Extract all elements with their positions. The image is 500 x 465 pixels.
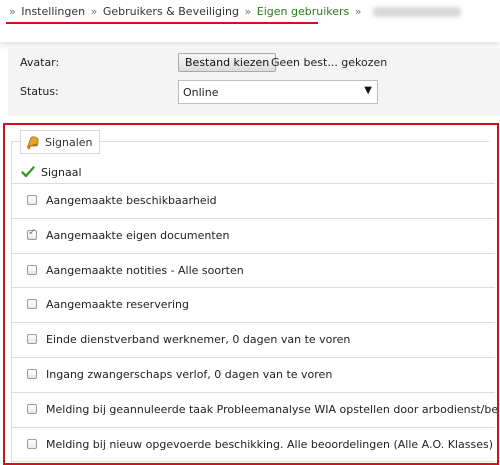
signal-checkbox[interactable] bbox=[27, 195, 37, 205]
list-item[interactable]: Melding bij geannuleerde taak Probleeman… bbox=[11, 393, 497, 428]
list-item[interactable]: Melding bij nieuw opgevoerde beschikking… bbox=[11, 428, 495, 463]
signal-checkbox[interactable] bbox=[27, 227, 37, 240]
user-form: Avatar: Bestand kiezen Geen best... geko… bbox=[8, 48, 500, 116]
status-select[interactable]: Online ▼ bbox=[178, 80, 378, 104]
signal-checkbox[interactable] bbox=[27, 334, 37, 345]
breadcrumb-separator: » bbox=[9, 5, 16, 18]
redacted-user-name bbox=[373, 7, 461, 17]
bell-icon bbox=[26, 136, 39, 150]
signal-label: Aangemaakte eigen documenten bbox=[46, 228, 230, 242]
green-check-icon bbox=[21, 166, 35, 178]
breadcrumb-separator: » bbox=[354, 5, 362, 18]
list-item[interactable]: Aangemaakte eigen documenten bbox=[11, 219, 495, 254]
signals-legend-text: Signalen bbox=[45, 135, 93, 149]
breadcrumb-eigen-gebruikers[interactable]: Eigen gebruikers bbox=[257, 5, 350, 18]
signal-label: Melding bij nieuw opgevoerde beschikking… bbox=[46, 437, 493, 451]
status-select-value: Online bbox=[183, 86, 219, 99]
signal-label: Aangemaakte reservering bbox=[46, 298, 190, 312]
list-item[interactable]: Aangemaakte reservering bbox=[11, 288, 495, 324]
signal-checkbox[interactable] bbox=[27, 438, 37, 449]
choose-file-button[interactable]: Bestand kiezen bbox=[178, 53, 277, 72]
signals-legend: Signalen bbox=[20, 130, 100, 154]
status-label: Status: bbox=[20, 85, 59, 98]
avatar-label: Avatar: bbox=[20, 56, 60, 69]
list-item[interactable]: Aangemaakte beschikbaarheid bbox=[11, 184, 495, 219]
signals-section: Signalen Signaal Aangemaakte beschikbaar… bbox=[3, 123, 499, 465]
signal-checkbox[interactable] bbox=[27, 299, 37, 310]
file-status-text: Geen best... gekozen bbox=[271, 56, 388, 69]
list-item[interactable]: Aangemaakte notities - Alle soorten bbox=[11, 254, 495, 289]
breadcrumb: » Instellingen » Gebruikers & Beveiligin… bbox=[7, 5, 461, 18]
signal-label: Aangemaakte notities - Alle soorten bbox=[46, 263, 244, 277]
signal-checkbox[interactable] bbox=[27, 264, 37, 275]
signal-label: Melding bij geannuleerde taak Probleeman… bbox=[46, 402, 499, 416]
signal-header-label: Signaal bbox=[41, 165, 82, 179]
dropdown-arrow-icon: ▼ bbox=[364, 85, 372, 96]
signal-label: Einde dienstverband werknemer, 0 dagen v… bbox=[46, 333, 351, 347]
highlight-underline bbox=[6, 22, 318, 24]
signal-label: Aangemaakte beschikbaarheid bbox=[46, 194, 217, 207]
breadcrumb-separator: » bbox=[90, 5, 98, 18]
signals-list: Aangemaakte beschikbaarheid Aangemaakte … bbox=[11, 184, 497, 463]
signal-checkbox[interactable] bbox=[27, 403, 37, 414]
breadcrumb-separator: » bbox=[244, 5, 252, 18]
list-item[interactable]: Einde dienstverband werknemer, 0 dagen v… bbox=[11, 323, 495, 358]
signal-label: Ingang zwangerschaps verlof, 0 dagen van… bbox=[46, 367, 333, 381]
breadcrumb-gebruikers-beveiliging[interactable]: Gebruikers & Beveiliging bbox=[103, 5, 239, 18]
signal-header: Signaal bbox=[21, 165, 82, 179]
breadcrumb-instellingen[interactable]: Instellingen bbox=[21, 5, 85, 18]
signal-checkbox[interactable] bbox=[27, 368, 37, 379]
top-bar: » Instellingen » Gebruikers & Beveiligin… bbox=[0, 0, 500, 42]
list-item[interactable]: Ingang zwangerschaps verlof, 0 dagen van… bbox=[11, 358, 495, 393]
